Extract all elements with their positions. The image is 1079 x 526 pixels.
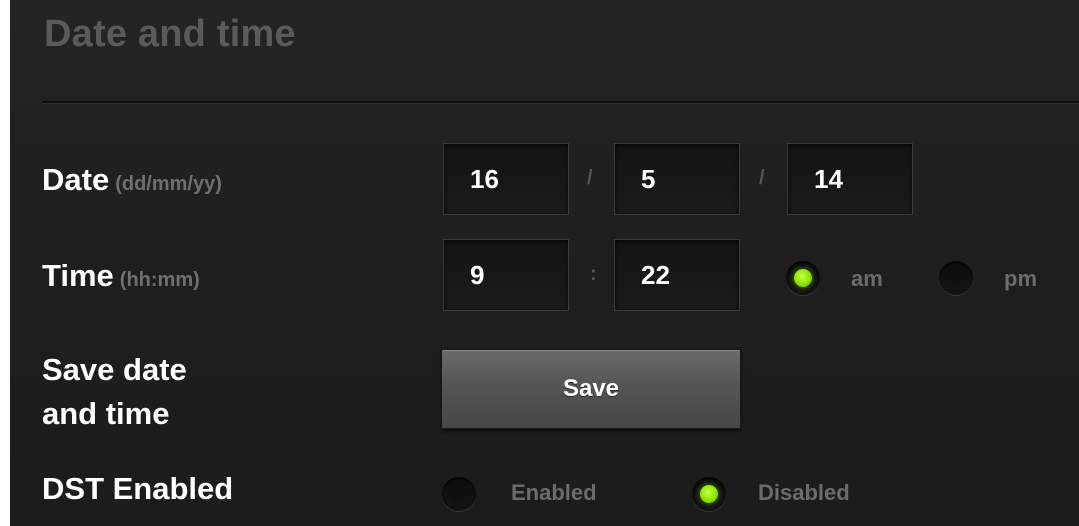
save-label-line1: Save date xyxy=(42,352,187,387)
time-label: Time (hh:mm) xyxy=(42,258,200,294)
save-label-line2: and time xyxy=(42,396,170,431)
date-month-input[interactable] xyxy=(615,144,739,214)
left-edge xyxy=(0,0,10,526)
date-year-input[interactable] xyxy=(788,144,912,214)
date-year-field[interactable] xyxy=(787,143,913,215)
time-label-text: Time xyxy=(42,258,114,293)
date-format-hint: (dd/mm/yy) xyxy=(115,173,222,195)
date-separator-1: / xyxy=(587,167,593,189)
section-title: Date and time xyxy=(44,13,296,55)
am-radio[interactable] xyxy=(786,261,820,295)
dst-enabled-label: Enabled xyxy=(511,480,597,505)
dst-disabled-radio[interactable] xyxy=(692,477,726,511)
save-button[interactable]: Save xyxy=(441,349,741,429)
am-radio-selected-dot xyxy=(794,269,812,287)
dst-enabled-radio[interactable] xyxy=(442,477,476,511)
pm-label: pm xyxy=(1004,266,1037,291)
date-day-field[interactable] xyxy=(443,143,569,215)
date-time-panel: Date and time Date(dd/mm/yy) / / Time(hh… xyxy=(0,0,1079,526)
am-label: am xyxy=(851,266,883,291)
dst-disabled-label: Disabled xyxy=(758,480,850,505)
dst-label: DST Enabled xyxy=(42,471,234,506)
time-format-hint: (hh:mm) xyxy=(119,269,200,291)
title-divider xyxy=(42,101,1079,104)
date-label: Date (dd/mm/yy) xyxy=(42,162,222,198)
date-day-input[interactable] xyxy=(444,144,568,214)
date-separator-2: / xyxy=(759,167,765,189)
dst-disabled-selected-dot xyxy=(700,485,718,503)
time-hours-input[interactable] xyxy=(444,240,568,310)
pm-radio[interactable] xyxy=(939,261,973,295)
date-label-text: Date xyxy=(42,162,110,197)
date-month-field[interactable] xyxy=(614,143,740,215)
time-minutes-input[interactable] xyxy=(615,240,739,310)
save-label: Save date and time xyxy=(42,348,187,436)
time-separator: : xyxy=(590,263,597,285)
time-minutes-field[interactable] xyxy=(614,239,740,311)
time-hours-field[interactable] xyxy=(443,239,569,311)
